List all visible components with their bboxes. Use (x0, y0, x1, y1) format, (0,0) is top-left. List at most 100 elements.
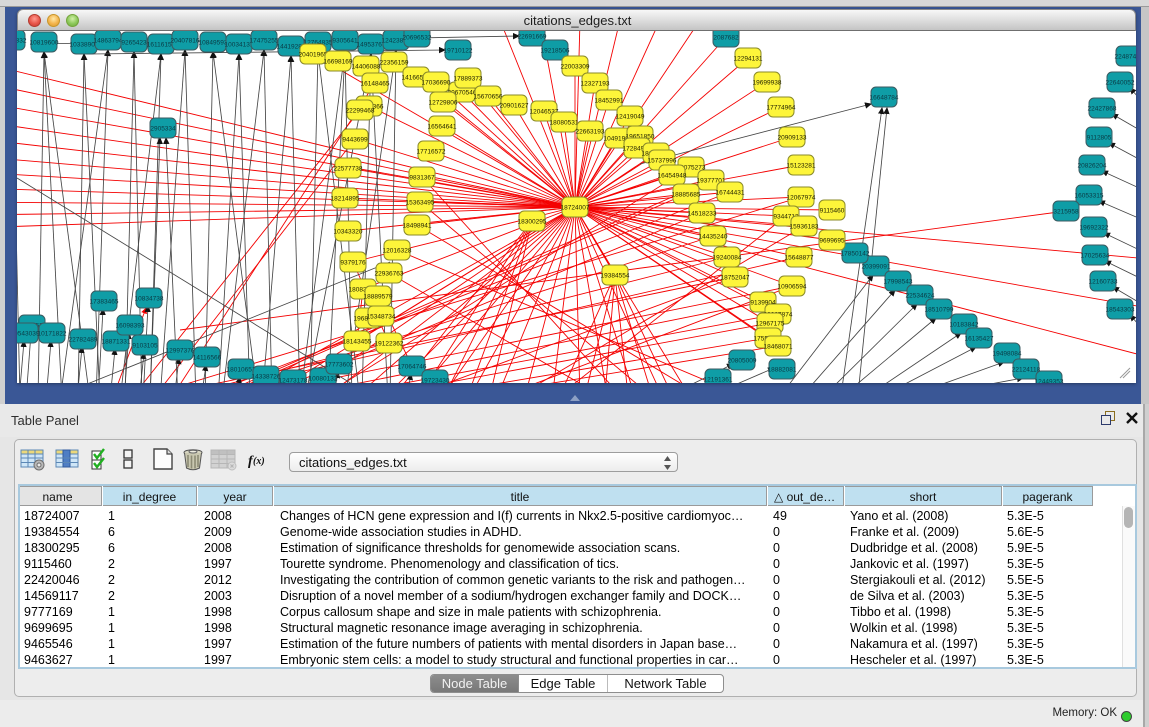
svg-text:18498941: 18498941 (403, 223, 432, 230)
svg-text:18214895: 18214895 (331, 196, 360, 203)
svg-text:18452991: 18452991 (595, 98, 624, 105)
svg-text:12473178: 12473178 (279, 378, 308, 384)
svg-text:22640052: 22640052 (1106, 80, 1135, 87)
svg-text:9112805: 9112805 (1087, 135, 1112, 142)
svg-text:16454948: 16454948 (658, 173, 687, 180)
svg-text:19122362: 19122362 (375, 341, 404, 348)
svg-text:10543039: 10543039 (17, 331, 40, 338)
svg-text:20401965: 20401965 (299, 52, 328, 59)
svg-text:18468071: 18468071 (764, 344, 793, 351)
svg-text:18882081: 18882081 (768, 367, 797, 374)
svg-text:10906594: 10906594 (778, 284, 807, 291)
svg-text:9699695: 9699695 (819, 238, 845, 245)
svg-text:14435240: 14435240 (699, 234, 728, 241)
svg-text:16698169: 16698169 (324, 59, 353, 66)
svg-text:22356159: 22356159 (380, 60, 409, 67)
svg-text:12067974: 12067974 (787, 195, 816, 202)
svg-text:17889373: 17889373 (454, 76, 483, 83)
svg-text:17998543: 17998543 (884, 279, 913, 286)
svg-text:18010651: 18010651 (227, 367, 256, 374)
svg-text:16744431: 16744431 (716, 190, 745, 197)
svg-text:9305641: 9305641 (332, 38, 358, 45)
svg-text:22691669: 22691669 (518, 34, 547, 41)
svg-text:17850142: 17850142 (841, 251, 870, 258)
svg-text:9103105: 9103105 (132, 343, 158, 350)
svg-text:22124118: 22124118 (1012, 367, 1041, 374)
svg-text:14116566: 14116566 (193, 355, 222, 362)
svg-text:20407816: 20407816 (171, 38, 200, 45)
svg-text:15123281: 15123281 (787, 163, 816, 170)
svg-text:17025634: 17025634 (1081, 253, 1110, 260)
svg-text:10343320: 10343320 (334, 229, 363, 236)
svg-text:20696532: 20696532 (403, 35, 432, 42)
svg-text:18752047: 18752047 (721, 275, 750, 282)
svg-text:18889579: 18889579 (364, 294, 393, 301)
svg-text:9115460: 9115460 (820, 208, 845, 215)
svg-text:18510799: 18510799 (925, 307, 954, 314)
svg-text:19218506: 19218506 (541, 48, 570, 55)
svg-text:16098393: 16098393 (116, 323, 145, 330)
svg-text:15348734: 15348734 (367, 314, 396, 321)
svg-text:12191361: 12191361 (704, 377, 733, 384)
svg-text:19498084: 19498084 (993, 351, 1022, 358)
svg-text:20909133: 20909133 (778, 135, 807, 142)
svg-text:18543303: 18543303 (1106, 307, 1135, 314)
svg-text:20399091: 20399091 (862, 264, 891, 271)
svg-text:10849593: 10849593 (199, 40, 228, 47)
svg-text:15363495: 15363495 (406, 200, 435, 207)
svg-text:22104332: 22104332 (17, 38, 27, 45)
svg-text:12967175: 12967175 (756, 321, 785, 328)
svg-text:19692322: 19692322 (1080, 225, 1109, 232)
svg-text:12160733: 12160733 (1089, 279, 1118, 286)
svg-text:2087682: 2087682 (713, 35, 739, 42)
svg-text:14406088: 14406088 (352, 64, 381, 71)
svg-text:20805009: 20805009 (728, 358, 757, 365)
svg-text:9379176: 9379176 (340, 260, 366, 267)
svg-text:10183842: 10183842 (950, 322, 979, 329)
svg-text:17064746: 17064746 (398, 364, 427, 371)
svg-text:16053315: 16053315 (1075, 193, 1104, 200)
svg-text:19723430: 19723430 (421, 378, 450, 384)
svg-text:10080132: 10080132 (309, 376, 338, 383)
svg-text:14518233: 14518233 (688, 211, 717, 218)
svg-text:18871331: 18871331 (102, 339, 131, 346)
svg-text:19699938: 19699938 (753, 80, 782, 87)
svg-text:12016328: 12016328 (383, 248, 412, 255)
svg-text:18143455: 18143455 (343, 339, 372, 346)
svg-text:22427868: 22427868 (1088, 106, 1117, 113)
svg-text:12327193: 12327193 (581, 81, 610, 88)
svg-text:17036690: 17036690 (422, 80, 451, 87)
svg-text:19384554: 19384554 (601, 273, 630, 280)
svg-text:9443699: 9443699 (342, 137, 368, 144)
svg-text:15936183: 15936183 (790, 224, 819, 231)
svg-text:9831367: 9831367 (409, 175, 435, 182)
svg-text:12294131: 12294131 (734, 56, 763, 63)
svg-text:18080531: 18080531 (550, 120, 579, 127)
svg-text:2905334: 2905334 (150, 126, 176, 133)
svg-text:22003309: 22003309 (561, 64, 590, 71)
svg-text:10819600: 10819600 (30, 40, 59, 47)
svg-text:18300295: 18300295 (518, 219, 547, 226)
svg-text:20826204: 20826204 (1078, 163, 1107, 170)
svg-text:18885685: 18885685 (672, 192, 701, 199)
svg-text:15737996: 15737996 (648, 158, 677, 165)
svg-text:22936763: 22936763 (375, 271, 404, 278)
svg-text:22299468: 22299468 (346, 108, 375, 115)
svg-text:16135427: 16135427 (965, 336, 994, 343)
svg-text:17383465: 17383465 (90, 299, 119, 306)
svg-text:(x): (x) (253, 456, 265, 467)
svg-text:19710122: 19710122 (444, 48, 473, 55)
svg-text:20901627: 20901627 (500, 103, 529, 110)
svg-text:22782489: 22782489 (69, 337, 98, 344)
svg-text:14863794: 14863794 (94, 38, 123, 45)
svg-text:17475255: 17475255 (250, 38, 279, 45)
svg-text:17773602: 17773602 (325, 362, 354, 369)
svg-text:14338726: 14338726 (252, 374, 281, 381)
svg-text:15670656: 15670656 (474, 94, 503, 101)
svg-text:16148465: 16148465 (361, 81, 390, 88)
svg-text:19240084: 19240084 (713, 255, 742, 262)
svg-text:12729806: 12729806 (429, 100, 458, 107)
svg-text:10834738: 10834738 (135, 296, 164, 303)
svg-text:9265423: 9265423 (121, 40, 147, 47)
svg-text:16564641: 16564641 (428, 124, 457, 131)
